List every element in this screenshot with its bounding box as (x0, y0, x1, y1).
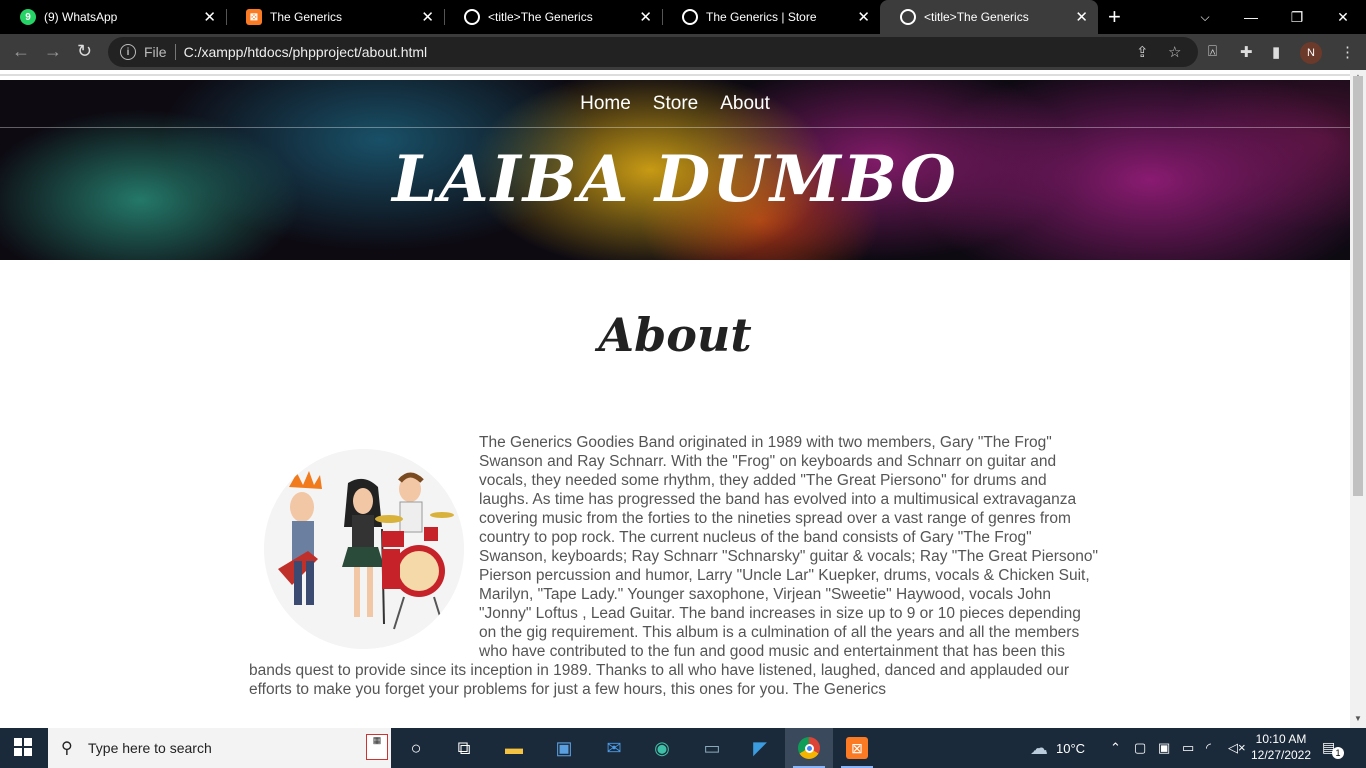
windows-taskbar: ⚲ Type here to search ▦ ○ ⧉ ▬ ▣ ✉ ◉ ▭ ◤ … (0, 728, 1366, 768)
cortana-icon[interactable]: ○ (392, 728, 440, 768)
tab-title: <title>The Generics (488, 10, 593, 24)
close-tab-icon[interactable]: ✕ (421, 8, 434, 26)
windows-start-icon[interactable] (14, 738, 32, 756)
tab-active-about[interactable]: <title>The Generics ✕ (880, 0, 1098, 34)
weather-widget[interactable]: ☁ 10°C (1030, 728, 1085, 768)
extension-a-icon[interactable]: ⍓ (1208, 43, 1217, 60)
tab-search-chevron-icon[interactable]: ⌵ (1182, 0, 1228, 34)
weather-cloud-icon: ☁ (1030, 737, 1048, 758)
page-viewport: Home Store About LAIBA DUMBO About The G… (0, 70, 1350, 728)
system-clock[interactable]: 10:10 AM 12/27/2022 (1250, 731, 1312, 763)
tab-title-the-generics[interactable]: <title>The Generics ✕ (444, 0, 663, 34)
close-tab-icon[interactable]: ✕ (1075, 8, 1088, 26)
menu-kebab-icon[interactable]: ⋮ (1340, 43, 1355, 61)
mail-icon[interactable]: ✉ (590, 728, 638, 768)
xampp-taskbar-icon[interactable]: ⊠ (833, 728, 881, 768)
weather-temp: 10°C (1056, 740, 1086, 756)
chrome-center (804, 743, 814, 753)
divider (174, 44, 176, 60)
restore-button[interactable]: ❐ (1274, 0, 1320, 34)
task-view-icon[interactable]: ⧉ (440, 728, 488, 768)
notification-badge: 1 (1332, 747, 1344, 759)
profile-avatar[interactable]: N (1300, 42, 1322, 64)
globe-icon (900, 9, 916, 25)
microsoft-store-icon[interactable]: ▣ (540, 728, 588, 768)
close-tab-icon[interactable]: ✕ (639, 8, 652, 26)
tab-bar: 9 (9) WhatsApp ✕ ⊠ The Generics ✕ <title… (0, 0, 1366, 34)
tab-title: <title>The Generics (924, 10, 1029, 24)
nav-about-link[interactable]: About (720, 93, 770, 115)
wifi-icon[interactable]: ◜ (1206, 728, 1211, 768)
battery-icon[interactable]: ▭ (1182, 728, 1194, 768)
nav-store-link[interactable]: Store (653, 93, 698, 115)
globe-icon (682, 9, 698, 25)
remote-desktop-icon[interactable]: ▭ (688, 728, 736, 768)
search-placeholder: Type here to search (88, 740, 212, 756)
scrollbar-thumb[interactable] (1353, 76, 1363, 496)
meet-now-icon[interactable]: ▢ (1134, 728, 1146, 768)
scheme-label: File (144, 44, 167, 60)
tray-chevron-up-icon[interactable]: ⌃ (1110, 728, 1121, 768)
xampp-icon: ⊠ (246, 9, 262, 25)
url-text[interactable]: C:/xampp/htdocs/phpproject/about.html (184, 44, 428, 60)
hero-title: LAIBA DUMBO (392, 142, 958, 217)
band-cartoon-image (264, 449, 464, 649)
xampp-icon: ⊠ (846, 737, 868, 759)
tab-title: (9) WhatsApp (44, 10, 118, 24)
hero-header: Home Store About LAIBA DUMBO (0, 80, 1350, 260)
site-info-icon[interactable]: i (120, 44, 136, 60)
clock-date: 12/27/2022 (1250, 748, 1312, 762)
close-tab-icon[interactable]: ✕ (857, 8, 870, 26)
search-icon: ⚲ (61, 740, 73, 757)
screen-capture-icon[interactable]: ▣ (1158, 728, 1170, 768)
bookmark-star-icon[interactable]: ☆ (1168, 43, 1181, 61)
vscode-icon[interactable]: ◤ (736, 728, 784, 768)
tab-whatsapp[interactable]: 9 (9) WhatsApp ✕ (0, 0, 227, 34)
tab-the-generics[interactable]: ⊠ The Generics ✕ (226, 0, 445, 34)
address-bar[interactable]: i File C:/xampp/htdocs/phpproject/about.… (108, 37, 1198, 67)
edge-icon[interactable]: ◉ (638, 728, 686, 768)
page-scrollbar[interactable]: ▲ ▼ (1350, 70, 1366, 728)
main-nav: Home Store About (0, 80, 1350, 128)
side-panel-icon[interactable]: ▮ (1272, 43, 1280, 61)
new-tab-button[interactable]: + (1108, 4, 1121, 30)
minimize-button[interactable]: — (1228, 0, 1274, 34)
extensions-puzzle-icon[interactable]: ✚ (1240, 43, 1253, 61)
tab-title: The Generics (270, 10, 343, 24)
nav-home-link[interactable]: Home (580, 93, 631, 115)
chrome-icon[interactable] (785, 728, 833, 768)
about-content: The Generics Goodies Band originated in … (249, 433, 1099, 699)
close-window-button[interactable]: ✕ (1320, 0, 1366, 34)
reload-icon[interactable]: ↻ (77, 41, 92, 62)
volume-muted-icon[interactable]: ◁× (1228, 728, 1246, 768)
tab-store[interactable]: The Generics | Store ✕ (662, 0, 880, 34)
top-rule (0, 74, 1350, 76)
section-title: About (598, 308, 752, 362)
calendar-icon: ▦ (366, 734, 388, 760)
taskbar-search-box[interactable]: ⚲ Type here to search ▦ (48, 728, 391, 768)
scroll-down-arrow-icon[interactable]: ▼ (1354, 714, 1362, 723)
close-tab-icon[interactable]: ✕ (203, 8, 216, 26)
back-arrow-icon[interactable]: ← (12, 41, 30, 62)
share-icon[interactable]: ⇪ (1136, 43, 1149, 61)
browser-toolbar: ← → ↻ i File C:/xampp/htdocs/phpproject/… (0, 34, 1366, 70)
notification-center-icon[interactable]: ▤ 1 (1322, 739, 1344, 759)
globe-icon (464, 9, 480, 25)
file-explorer-icon[interactable]: ▬ (490, 728, 538, 768)
forward-arrow-icon[interactable]: → (44, 41, 62, 62)
whatsapp-icon: 9 (20, 9, 36, 25)
chrome-logo (798, 737, 820, 759)
clock-time: 10:10 AM (1255, 732, 1307, 746)
tab-title: The Generics | Store (706, 10, 817, 24)
